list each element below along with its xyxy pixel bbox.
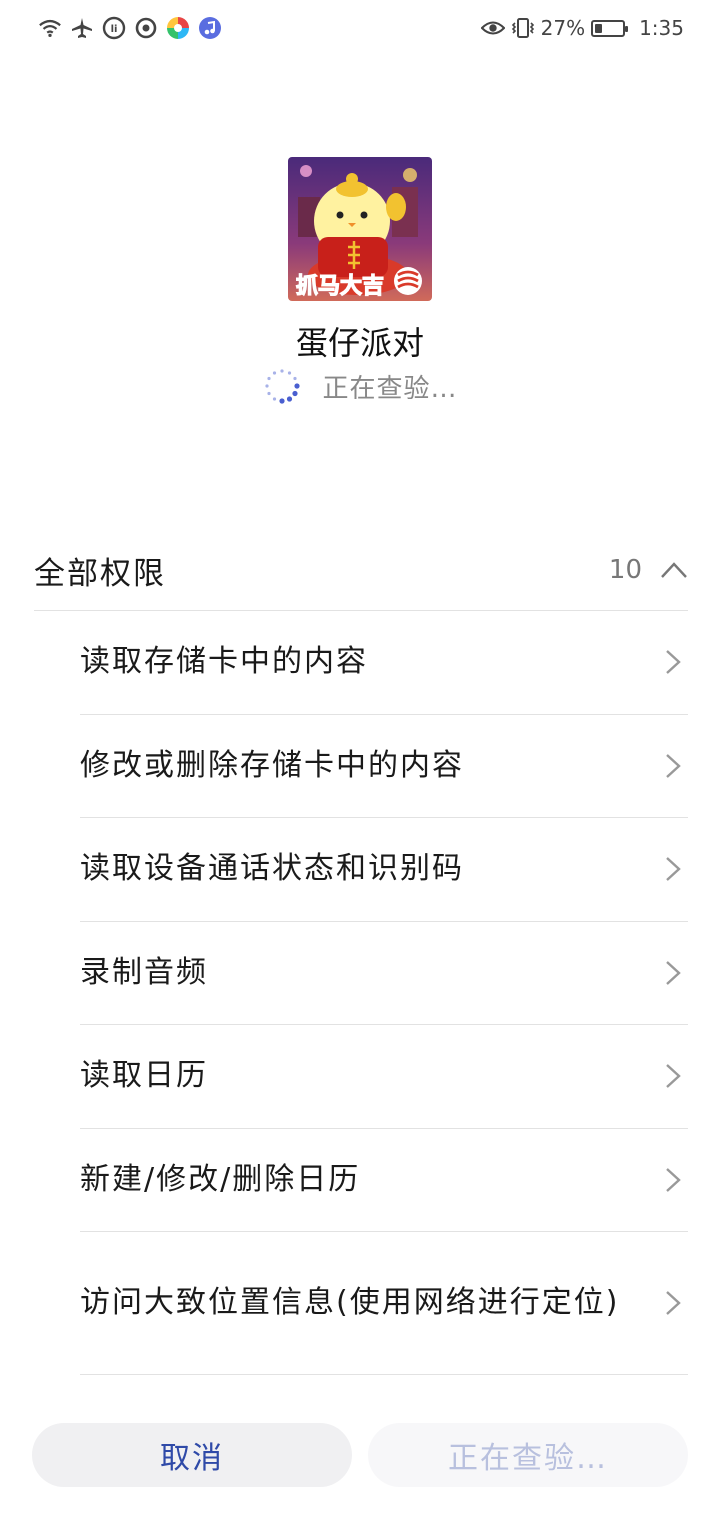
checking-status: 正在查验… [0, 366, 720, 406]
bottom-button-row: 取消 正在查验… [32, 1423, 688, 1487]
wifi-icon [38, 16, 62, 40]
chevron-right-icon [666, 753, 681, 778]
permissions-title: 全部权限 [34, 555, 166, 592]
app-notif-icon-4 [198, 16, 222, 40]
permission-item-write-calendar[interactable]: 新建/修改/删除日历 [80, 1129, 688, 1232]
permission-item-coarse-location[interactable]: 访问大致位置信息(使用网络进行定位) [80, 1232, 688, 1375]
status-bar-right: 27% 1:35 [480, 16, 684, 40]
spinner-dot [279, 398, 286, 404]
spinner-dot [267, 391, 272, 396]
status-bar: li 27% 1:35 [0, 0, 720, 62]
spinner-dot [273, 371, 277, 375]
permission-item-record-audio[interactable]: 录制音频 [80, 922, 688, 1025]
chevron-right-icon [666, 857, 681, 882]
chevron-right-icon [666, 960, 681, 985]
svg-text:li: li [111, 24, 118, 35]
permission-item-read-storage[interactable]: 读取存储卡中的内容 [80, 611, 688, 715]
spinner-dot [273, 397, 277, 401]
permission-label: 录制音频 [80, 954, 208, 990]
spinner-dot [288, 371, 292, 375]
permission-label: 读取设备通话状态和识别码 [80, 851, 464, 887]
chevron-right-icon [666, 1064, 681, 1089]
checking-status-text: 正在查验… [322, 373, 458, 404]
spinner-dot [292, 390, 299, 397]
permission-item-modify-storage[interactable]: 修改或删除存储卡中的内容 [80, 715, 688, 818]
permissions-list: 读取存储卡中的内容 修改或删除存储卡中的内容 读取设备通话状态和识别码 录制音频… [80, 611, 688, 1375]
permission-item-phone-state[interactable]: 读取设备通话状态和识别码 [80, 818, 688, 922]
spinner-dot [287, 396, 293, 402]
permissions-count-group: 10 [609, 555, 688, 585]
svg-text:抓马大吉: 抓马大吉 [296, 273, 384, 299]
chevron-right-icon [666, 650, 681, 675]
permissions-header[interactable]: 全部权限 10 [34, 530, 688, 610]
cancel-button[interactable]: 取消 [32, 1423, 352, 1487]
permission-label: 访问大致位置信息(使用网络进行定位) [80, 1285, 620, 1320]
spinner-dot [280, 369, 285, 373]
app-name: 蛋仔派对 [295, 324, 424, 362]
permission-label: 修改或删除存储卡中的内容 [80, 747, 464, 783]
airplane-icon [70, 16, 94, 40]
app-notif-icon-1: li [102, 16, 126, 40]
loading-spinner-icon [265, 369, 301, 404]
chevron-right-icon [666, 1291, 681, 1315]
spinner-dot [293, 376, 298, 381]
vibrate-icon [511, 16, 535, 40]
app-notif-icon-2 [134, 16, 158, 40]
battery-icon [591, 19, 629, 37]
clock: 1:35 [639, 16, 684, 40]
spinner-dot [294, 383, 301, 389]
spinner-dot [265, 384, 270, 388]
chevron-up-icon[interactable] [660, 561, 688, 579]
install-checking-button[interactable]: 正在查验… [368, 1423, 688, 1487]
permission-item-read-calendar[interactable]: 读取日历 [80, 1025, 688, 1129]
eye-icon [480, 16, 505, 40]
spinner-dot [267, 376, 272, 381]
eggy-party-app-icon: 抓马大吉 [288, 157, 432, 301]
status-bar-left-icons: li [38, 16, 222, 40]
permissions-count: 10 [608, 555, 642, 585]
battery-percent: 27% [540, 16, 586, 40]
chevron-right-icon [666, 1167, 681, 1192]
permission-label: 读取存储卡中的内容 [80, 644, 368, 680]
app-notif-icon-3 [166, 16, 190, 40]
permission-label: 读取日历 [80, 1058, 208, 1094]
permission-label: 新建/修改/删除日历 [80, 1161, 361, 1197]
